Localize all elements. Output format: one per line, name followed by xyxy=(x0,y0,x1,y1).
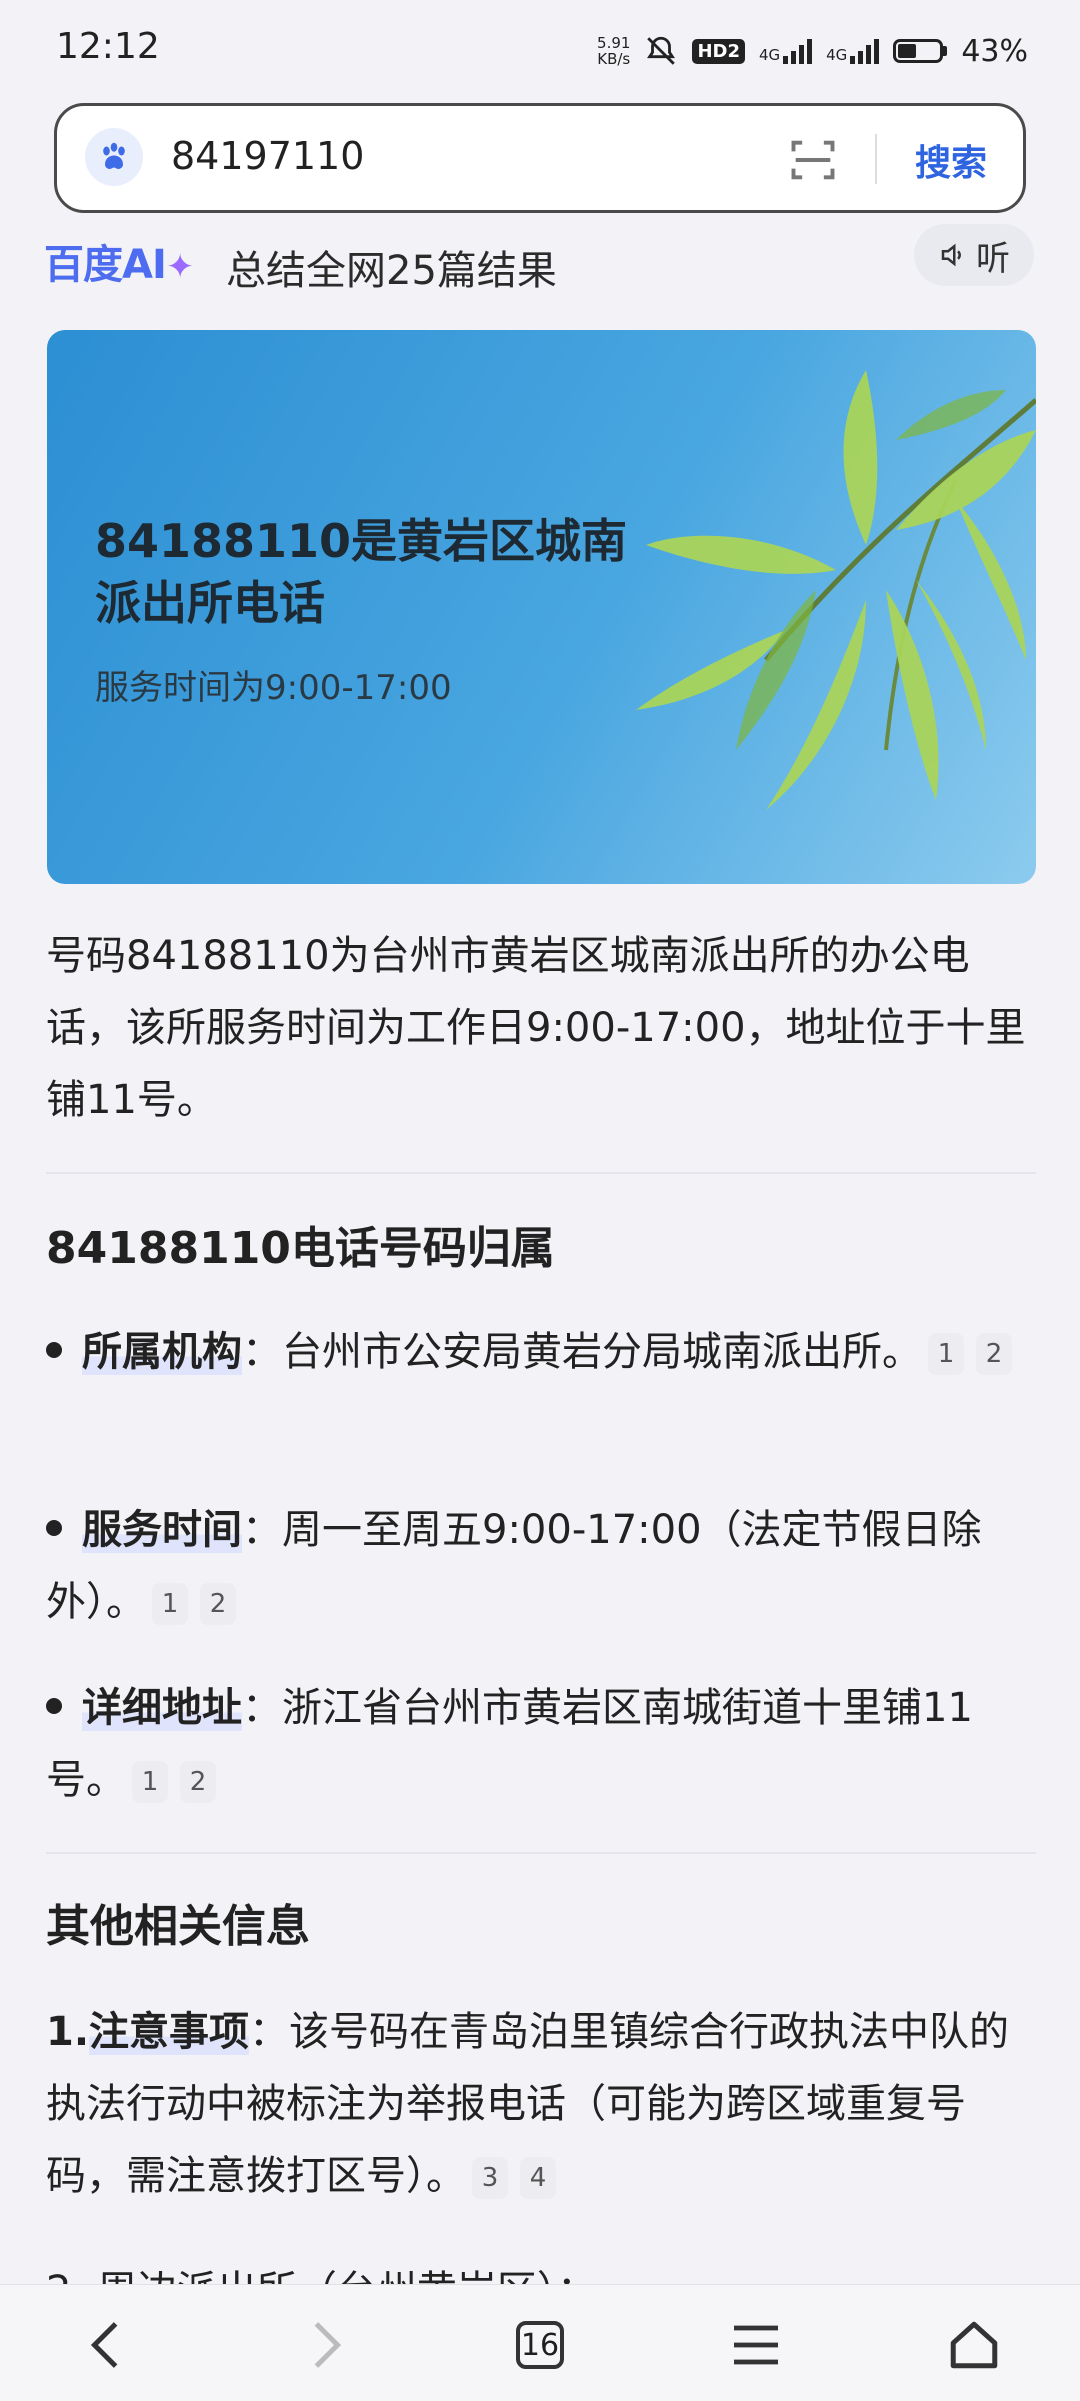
status-bar: 12:12 5.91 KB/s HD2 4G 4G 43% xyxy=(0,0,1080,98)
section-divider xyxy=(46,1172,1036,1174)
scan-icon[interactable] xyxy=(787,134,839,186)
status-time: 12:12 xyxy=(56,26,160,67)
back-button[interactable] xyxy=(66,2305,146,2385)
item-text: ：台州市公安局黄岩分局城南派出所。 xyxy=(242,1329,922,1375)
net-speed: 5.91 KB/s xyxy=(597,35,630,67)
net-speed-value: 5.91 xyxy=(597,34,631,52)
section-heading-other-info: 其他相关信息 xyxy=(46,1901,310,1952)
battery-icon xyxy=(893,39,948,63)
section-heading-ownership: 84188110电话号码归属 xyxy=(46,1223,555,1274)
citation-ref[interactable]: 2 xyxy=(200,1583,236,1625)
baidu-ai-logo: 百度AI✦ xyxy=(44,242,194,288)
chevron-left-icon xyxy=(90,2322,118,2368)
item-label: 所属机构 xyxy=(82,1329,242,1375)
home-button[interactable] xyxy=(934,2305,1014,2385)
search-button[interactable]: 搜索 xyxy=(915,134,987,186)
search-input[interactable]: 84197110 xyxy=(171,134,364,178)
sim1-label: 4G xyxy=(758,46,781,64)
ai-summary-count: 总结全网25篇结果 xyxy=(226,248,557,294)
item-label: 注意事项 xyxy=(89,2009,250,2055)
citation-ref[interactable]: 3 xyxy=(472,2157,508,2199)
section-divider xyxy=(46,1852,1036,1854)
bullet-dot xyxy=(46,1698,62,1714)
sim2-label: 4G xyxy=(826,46,848,64)
forward-button[interactable] xyxy=(286,2305,366,2385)
list-item: 服务时间：周一至周五9:00-17:00（法定节假日除外）。 1 2 xyxy=(46,1494,1036,1638)
citation-ref[interactable]: 2 xyxy=(180,1761,216,1803)
list-item: 所属机构：台州市公安局黄岩分局城南派出所。 1 2 xyxy=(46,1316,1036,1388)
item-label: 详细地址 xyxy=(82,1685,242,1731)
ai-summary-header: 百度AI✦ 总结全网25篇结果 听 xyxy=(44,224,1034,294)
menu-button[interactable] xyxy=(716,2305,796,2385)
home-icon xyxy=(950,2321,998,2369)
citation-ref[interactable]: 1 xyxy=(928,1333,964,1375)
status-icons: 5.91 KB/s HD2 4G 4G 43% xyxy=(597,28,1028,74)
hamburger-menu-icon xyxy=(734,2325,778,2365)
bullet-dot xyxy=(46,1342,62,1358)
mute-bell-icon xyxy=(647,36,676,65)
item-number: 1. xyxy=(46,2009,90,2055)
list-item: 1.注意事项：该号码在青岛泊里镇综合行政执法中队的执法行动中被标注为举报电话（可… xyxy=(46,1996,1036,2212)
signal-sim1-icon: 4G xyxy=(758,38,813,64)
chevron-right-icon xyxy=(314,2322,342,2368)
answer-banner-image: 84188110是黄岩区城南派出所电话 服务时间为9:00-17:00 xyxy=(47,330,1036,884)
list-item: 详细地址：浙江省台州市黄岩区南城街道十里铺11号。 1 2 xyxy=(46,1672,1036,1816)
citation-ref[interactable]: 1 xyxy=(132,1761,168,1803)
banner-subtitle: 服务时间为9:00-17:00 xyxy=(95,668,452,708)
listen-label: 听 xyxy=(976,238,1010,279)
citation-ref[interactable]: 4 xyxy=(520,2157,556,2199)
tabs-button[interactable]: 16 xyxy=(500,2305,580,2385)
search-divider xyxy=(875,134,877,184)
citation-ref[interactable]: 1 xyxy=(152,1583,188,1625)
citation-ref[interactable]: 2 xyxy=(976,1333,1012,1375)
baidu-paw-icon[interactable] xyxy=(85,128,143,186)
battery-percent: 43% xyxy=(961,33,1028,69)
tab-count-icon: 16 xyxy=(516,2321,564,2369)
signal-sim2-icon: 4G xyxy=(826,38,880,64)
hd-voice-icon: HD2 xyxy=(692,38,745,64)
search-bar[interactable]: 84197110 搜索 xyxy=(54,103,1026,213)
bullet-dot xyxy=(46,1520,62,1536)
bottom-navigation: 16 xyxy=(0,2284,1080,2401)
listen-button[interactable]: 听 xyxy=(914,224,1034,286)
speaker-icon xyxy=(941,243,961,267)
net-speed-unit: KB/s xyxy=(597,50,631,68)
item-label: 服务时间 xyxy=(82,1507,242,1553)
banner-title: 84188110是黄岩区城南派出所电话 xyxy=(95,514,628,630)
ai-intro-paragraph: 号码84188110为台州市黄岩区城南派出所的办公电话，该所服务时间为工作日9:… xyxy=(46,933,1026,1123)
